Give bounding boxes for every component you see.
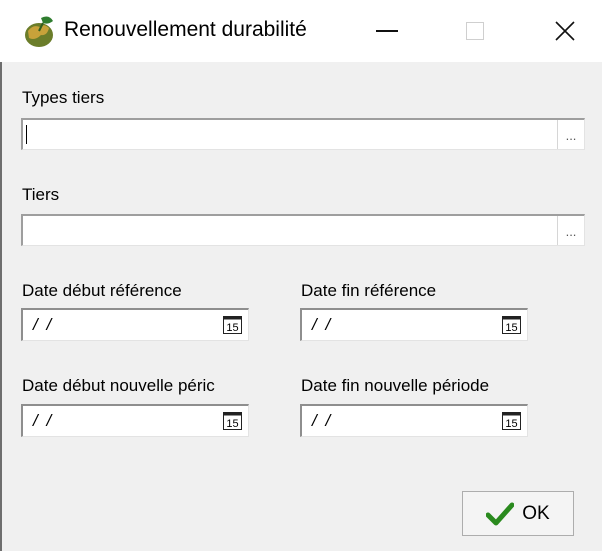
maximize-icon xyxy=(466,22,484,40)
text-caret xyxy=(26,125,27,144)
calendar-icon-number: 15 xyxy=(505,418,517,430)
date-fin-reference-value: / / xyxy=(312,315,333,334)
date-debut-reference-input[interactable]: / / 15 xyxy=(21,308,249,341)
date-fin-reference-label: Date fin référence xyxy=(301,281,437,300)
types-tiers-input[interactable]: ... xyxy=(21,118,585,150)
date-debut-reference-label: Date début référence xyxy=(22,281,182,300)
tiers-label: Tiers xyxy=(22,185,60,204)
close-icon xyxy=(555,21,575,41)
calendar-icon[interactable]: 15 xyxy=(223,412,242,430)
date-fin-nouvelle-value: / / xyxy=(312,411,333,430)
date-debut-nouvelle-label: Date début nouvelle péric xyxy=(22,376,215,395)
tiers-lookup-button[interactable]: ... xyxy=(557,216,584,245)
calendar-icon[interactable]: 15 xyxy=(223,316,242,334)
types-tiers-label: Types tiers xyxy=(22,88,105,107)
date-fin-reference-input[interactable]: / / 15 xyxy=(300,308,528,341)
date-debut-nouvelle-input[interactable]: / / 15 xyxy=(21,404,249,437)
date-debut-nouvelle-value: / / xyxy=(33,411,54,430)
calendar-icon-number: 15 xyxy=(505,322,517,334)
date-fin-nouvelle-label: Date fin nouvelle période xyxy=(301,376,490,395)
calendar-icon-number: 15 xyxy=(226,418,238,430)
calendar-icon[interactable]: 15 xyxy=(502,316,521,334)
title-bar[interactable]: Renouvellement durabilité xyxy=(0,0,602,62)
date-fin-nouvelle-input[interactable]: / / 15 xyxy=(300,404,528,437)
checkmark-icon xyxy=(486,502,515,525)
maximize-button[interactable] xyxy=(446,0,504,62)
minimize-button[interactable] xyxy=(358,0,416,62)
calendar-icon[interactable]: 15 xyxy=(502,412,521,430)
ok-button-label: OK xyxy=(522,502,550,524)
minimize-icon xyxy=(376,30,398,32)
close-button[interactable] xyxy=(536,0,594,62)
ok-button[interactable]: OK xyxy=(462,491,574,536)
tiers-input[interactable]: ... xyxy=(21,214,585,246)
calendar-icon-number: 15 xyxy=(226,322,238,334)
app-globe-icon xyxy=(25,16,53,47)
window-title: Renouvellement durabilité xyxy=(64,18,307,41)
date-debut-reference-value: / / xyxy=(33,315,54,334)
types-tiers-lookup-button[interactable]: ... xyxy=(557,120,584,149)
